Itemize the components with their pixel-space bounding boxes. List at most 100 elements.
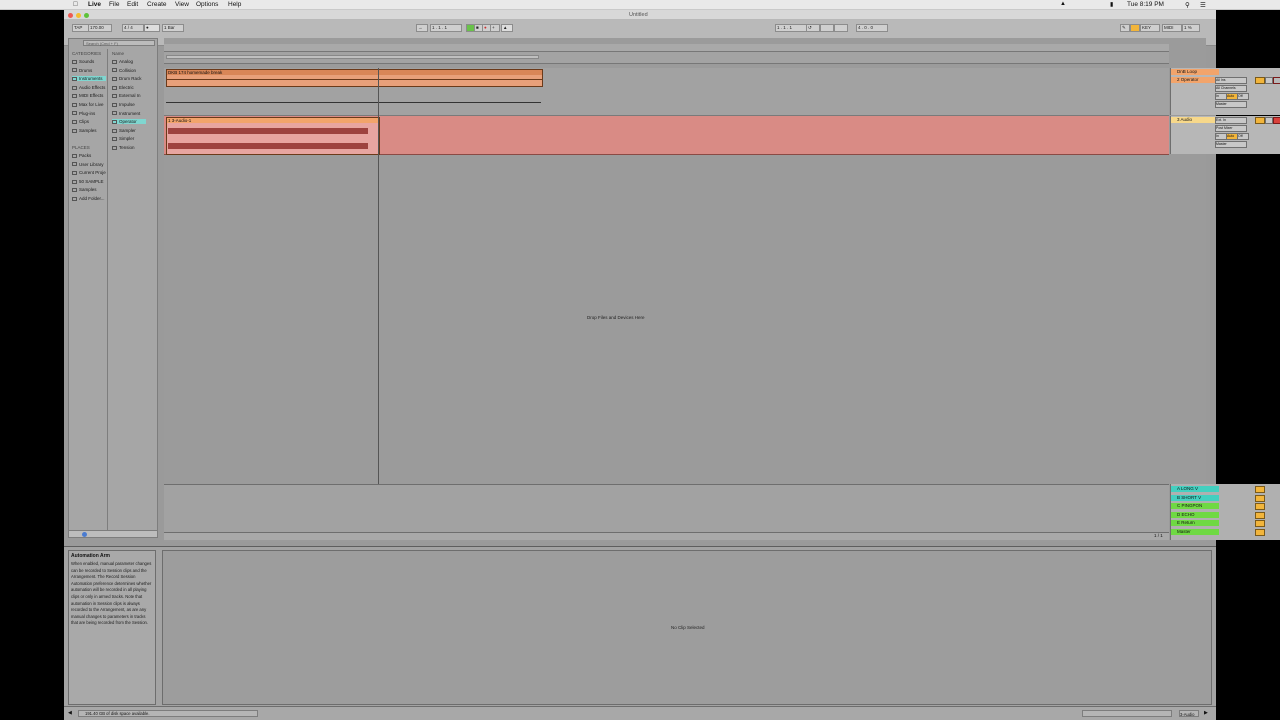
monitor-off-button[interactable]: Off xyxy=(1237,93,1249,100)
track-lane-dnb-loop[interactable]: DKB 174 homemade break xyxy=(164,68,1169,116)
menu-view[interactable]: View xyxy=(175,1,189,8)
preview-bar[interactable] xyxy=(68,530,158,538)
place-current-proje[interactable]: Current Proje xyxy=(72,170,106,175)
status-scroll[interactable] xyxy=(1082,710,1172,717)
battery-icon[interactable]: ▮ xyxy=(1110,1,1113,8)
song-position-field[interactable]: 1 . 1 . 1 xyxy=(430,24,462,32)
drop-area[interactable]: Drop Files and Devices Here xyxy=(164,155,1169,481)
category-samples[interactable]: Samples xyxy=(72,128,106,133)
loop-brace[interactable] xyxy=(166,55,539,59)
return-track-row[interactable]: B SHORT V xyxy=(1171,494,1280,502)
place-packs[interactable]: Packs xyxy=(72,153,106,158)
minimize-window-button[interactable] xyxy=(76,13,81,18)
place-add-folder[interactable]: Add Folder... xyxy=(72,196,106,201)
browser-item-operator[interactable]: Operator xyxy=(112,119,146,125)
midi-clip[interactable]: DKB 174 homemade break xyxy=(166,69,543,87)
tempo-field[interactable]: 170.00 xyxy=(88,24,112,32)
midi-map-button[interactable]: MIDI xyxy=(1162,24,1182,32)
arm-button-3[interactable] xyxy=(1273,117,1280,124)
solo-button-3[interactable] xyxy=(1265,117,1273,124)
midi-from-menu[interactable]: All Ins xyxy=(1215,77,1247,84)
status-toggle-icon[interactable]: ◀ xyxy=(68,710,72,716)
automation-line[interactable] xyxy=(166,102,541,103)
menu-file[interactable]: File xyxy=(109,1,119,8)
preview-toggle-icon[interactable] xyxy=(82,532,87,537)
spotlight-search-icon[interactable]: ⚲ xyxy=(1185,1,1190,9)
track-name-3-audio[interactable]: 3 Audio xyxy=(1171,117,1219,123)
category-sounds[interactable]: Sounds xyxy=(72,59,106,64)
browser-item-simpler[interactable]: Simpler xyxy=(112,136,146,141)
audio-output-menu[interactable]: Master xyxy=(1215,141,1247,148)
return-track-row[interactable]: D ECHO xyxy=(1171,511,1280,519)
track-activator-2[interactable] xyxy=(1255,77,1265,84)
place-samples[interactable]: Samples xyxy=(72,187,106,192)
browser-item-impulse[interactable]: Impulse xyxy=(112,102,146,107)
browser-item-sampler[interactable]: Sampler xyxy=(112,128,146,133)
arm-button-2[interactable] xyxy=(1273,77,1280,84)
close-window-button[interactable] xyxy=(68,13,73,18)
menu-help[interactable]: Help xyxy=(228,1,241,8)
apple-icon[interactable]:  xyxy=(73,1,78,8)
return-track-name[interactable]: D ECHO xyxy=(1171,511,1219,518)
detail-toggle-icon[interactable]: ▶ xyxy=(1204,710,1208,716)
punch-in-button[interactable] xyxy=(820,24,834,32)
return-track-name[interactable]: Master xyxy=(1171,528,1219,535)
audio-monitor-off[interactable]: Off xyxy=(1237,133,1249,140)
loop-brace-lane[interactable] xyxy=(164,52,1169,64)
category-drums[interactable]: Drums xyxy=(72,68,106,73)
return-track-name[interactable]: B SHORT V xyxy=(1171,494,1219,501)
track-name-2-operator[interactable]: 2 Operator xyxy=(1171,77,1219,83)
return-track-row[interactable]: E Return xyxy=(1171,520,1280,527)
place-50-sample[interactable]: 50 SAMPLE xyxy=(72,179,106,184)
notification-center-icon[interactable]: ☰ xyxy=(1200,1,1206,9)
return-track-name[interactable]: E Return xyxy=(1171,520,1219,526)
clip-detail-area[interactable]: No Clip Selected xyxy=(162,550,1212,705)
wifi-icon[interactable]: ▲ xyxy=(1060,1,1066,7)
category-instruments[interactable]: Instruments xyxy=(72,76,106,82)
return-activator-button[interactable] xyxy=(1255,503,1265,510)
track-lane-3-audio[interactable]: 1 3-Audio-1 xyxy=(164,116,1169,155)
return-activator-button[interactable] xyxy=(1255,528,1265,536)
category-plug-ins[interactable]: Plug-ins xyxy=(72,111,106,116)
beat-time-ruler[interactable] xyxy=(164,44,1169,52)
category-clips[interactable]: Clips xyxy=(72,119,106,124)
browser-item-external-in[interactable]: External In xyxy=(112,93,146,98)
category-audio-effects[interactable]: Audio Effects xyxy=(72,85,106,90)
track-activator-3[interactable] xyxy=(1255,117,1265,124)
return-track-row[interactable]: A LONG V xyxy=(1171,486,1280,493)
return-track-name[interactable]: A LONG V xyxy=(1171,486,1219,492)
automation-arm-button[interactable]: ▲ xyxy=(501,24,513,32)
overdub-button[interactable]: + xyxy=(490,24,500,32)
follow-button[interactable]: → xyxy=(416,24,428,32)
return-track-row[interactable]: Master xyxy=(1171,528,1280,536)
menu-create[interactable]: Create xyxy=(147,1,167,8)
browser-item-instrument[interactable]: Instrument xyxy=(112,111,146,116)
browser-item-collision[interactable]: Collision xyxy=(112,68,146,73)
computer-midi-keyboard-button[interactable] xyxy=(1130,24,1140,32)
solo-button-2[interactable] xyxy=(1265,77,1273,84)
place-user-library[interactable]: User Library xyxy=(72,162,106,167)
return-track-lanes[interactable] xyxy=(164,484,1169,532)
category-midi-effects[interactable]: MIDI Effects xyxy=(72,93,106,98)
return-track-row[interactable]: C PINGPON xyxy=(1171,503,1280,510)
browser-search-input[interactable]: Search (Cmd + F) xyxy=(83,40,155,46)
audio-clip[interactable]: 1 3-Audio-1 xyxy=(166,117,380,155)
time-signature-field[interactable]: 4 / 4 xyxy=(122,24,144,32)
return-activator-button[interactable] xyxy=(1255,520,1265,527)
return-activator-button[interactable] xyxy=(1255,494,1265,502)
browser-item-analog[interactable]: Analog xyxy=(112,59,146,64)
metronome-button[interactable]: ● xyxy=(144,24,160,32)
time-ruler-bottom[interactable] xyxy=(164,532,1169,540)
punch-out-button[interactable] xyxy=(834,24,848,32)
post-mixer-menu[interactable]: Post Mixer xyxy=(1215,125,1247,132)
midi-channel-menu[interactable]: All Channels xyxy=(1215,85,1247,92)
audio-from-menu[interactable]: Ext. In xyxy=(1215,117,1247,124)
return-activator-button[interactable] xyxy=(1255,511,1265,519)
draw-mode-icon[interactable]: ✎ xyxy=(1120,24,1130,32)
quantize-menu[interactable]: 1 Bar xyxy=(162,24,184,32)
zoom-window-button[interactable] xyxy=(84,13,89,18)
menu-edit[interactable]: Edit xyxy=(127,1,138,8)
menu-options[interactable]: Options xyxy=(196,1,218,8)
loop-start-field[interactable]: 1 . 1 . 1 xyxy=(775,24,807,32)
browser-item-tension[interactable]: Tension xyxy=(112,145,146,150)
